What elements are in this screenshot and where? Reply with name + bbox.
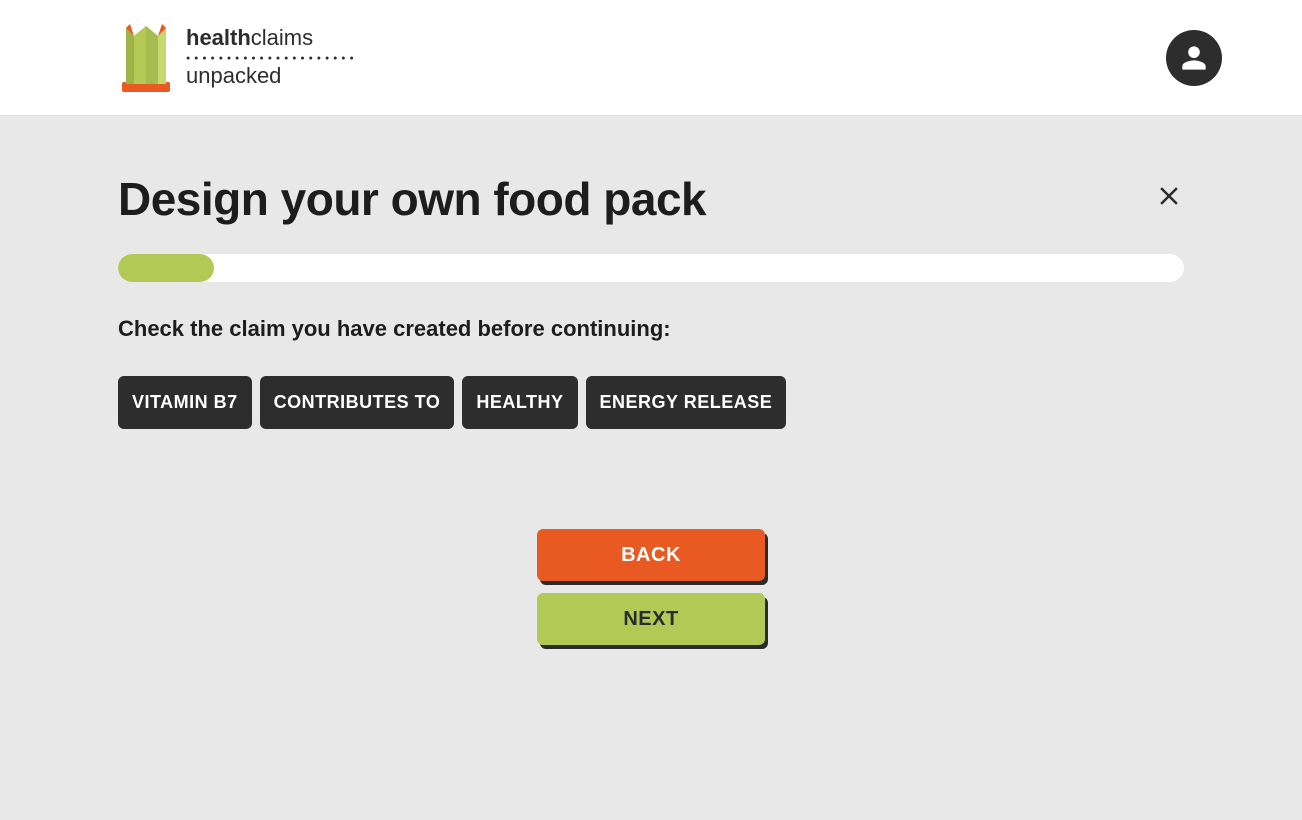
logo-text-light: claims: [251, 25, 313, 50]
next-button[interactable]: NEXT: [537, 593, 765, 645]
back-button[interactable]: BACK: [537, 529, 765, 581]
progress-fill: [118, 254, 214, 282]
progress-bar: [118, 254, 1184, 282]
page-head: Design your own food pack: [60, 116, 1242, 254]
user-icon: [1180, 44, 1208, 72]
logo-mark-icon: [120, 22, 172, 94]
claim-chip[interactable]: VITAMIN B7: [118, 376, 252, 429]
instruction-text: Check the claim you have created before …: [118, 316, 1184, 342]
claim-chip[interactable]: HEALTHY: [462, 376, 577, 429]
close-icon: [1154, 181, 1184, 211]
logo-divider: ● ● ● ● ● ● ● ● ● ● ● ● ● ● ● ● ● ● ● ● …: [186, 56, 356, 62]
claim-chip[interactable]: ENERGY RELEASE: [586, 376, 787, 429]
main-content: Design your own food pack Check the clai…: [0, 116, 1302, 645]
page-title: Design your own food pack: [118, 172, 706, 226]
app-logo[interactable]: healthclaims ● ● ● ● ● ● ● ● ● ● ● ● ● ●…: [120, 22, 356, 94]
claim-chips: VITAMIN B7 CONTRIBUTES TO HEALTHY ENERGY…: [118, 376, 1184, 429]
action-buttons: BACK NEXT: [60, 529, 1242, 645]
close-button[interactable]: [1154, 181, 1184, 217]
logo-text: healthclaims ● ● ● ● ● ● ● ● ● ● ● ● ● ●…: [186, 25, 356, 89]
claim-chip[interactable]: CONTRIBUTES TO: [260, 376, 455, 429]
logo-text-bold: health: [186, 25, 251, 50]
app-header: healthclaims ● ● ● ● ● ● ● ● ● ● ● ● ● ●…: [0, 0, 1302, 116]
logo-bottom-text: unpacked: [186, 63, 356, 89]
user-avatar[interactable]: [1166, 30, 1222, 86]
